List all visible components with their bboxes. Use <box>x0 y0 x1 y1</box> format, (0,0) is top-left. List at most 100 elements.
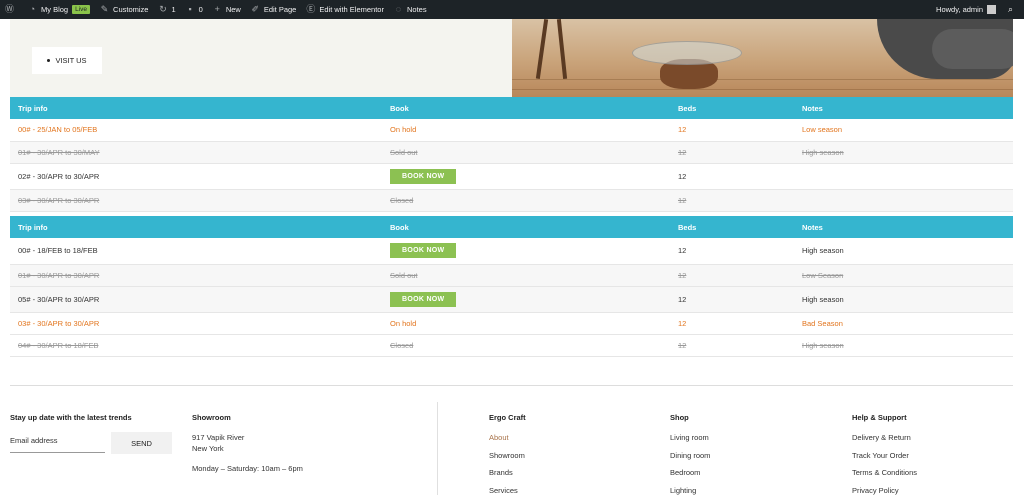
header-trip-info: Trip info <box>10 216 382 238</box>
trip-table-1: Trip info Book Beds Notes 00# - 25/JAN t… <box>10 97 1013 212</box>
table-header: Trip info Book Beds Notes <box>10 97 1013 119</box>
header-trip-info: Trip info <box>10 97 382 119</box>
dashboard-icon: ◔ <box>29 4 36 14</box>
trip-cell: 00# - 25/JAN to 05/FEB <box>10 119 382 142</box>
pencil-icon: ✐ <box>251 4 260 14</box>
new-content-menu[interactable]: + New <box>208 0 246 19</box>
footer-link-track-order[interactable]: Track Your Order <box>852 451 917 460</box>
book-cell: BOOK NOW <box>382 286 670 313</box>
trip-cell: 03# - 30/APR to 30/APR <box>10 312 382 335</box>
beds-cell: 12 <box>670 264 794 287</box>
updates-link[interactable]: ↻ 1 <box>153 0 180 19</box>
beds-cell: 12 <box>670 119 794 142</box>
header-book: Book <box>382 97 670 119</box>
header-beds: Beds <box>670 97 794 119</box>
howdy-label: Howdy, admin <box>936 5 983 14</box>
notes-icon: ◌ <box>395 4 402 14</box>
beds-cell: 12 <box>670 141 794 164</box>
notes-cell: Low season <box>794 119 1013 142</box>
table-row: 04# - 30/APR to 18/FEB Closed 12 High se… <box>10 334 1013 357</box>
footer-link-terms[interactable]: Terms & Conditions <box>852 468 917 477</box>
comments-link[interactable]: ▪ 0 <box>181 0 208 19</box>
showroom-title: Showroom <box>192 413 231 422</box>
header-book: Book <box>382 216 670 238</box>
site-name-menu[interactable]: ◔ My Blog Live <box>23 0 95 19</box>
table-row: 01# - 30/APR to 30/APR Sold out 12 Low S… <box>10 264 1013 287</box>
book-status: On hold <box>382 119 670 142</box>
newsletter-title: Stay up date with the latest trends <box>10 413 132 422</box>
footer-link-bedroom[interactable]: Bedroom <box>670 468 710 477</box>
book-status: Sold out <box>382 141 670 164</box>
site-name: My Blog <box>41 5 69 14</box>
live-badge: Live <box>72 5 91 14</box>
table-row: 03# - 30/APR to 30/APR On hold 12 Bad Se… <box>10 312 1013 335</box>
email-field[interactable]: Email address <box>10 432 105 453</box>
footer-link-brands[interactable]: Brands <box>489 468 526 477</box>
book-now-button[interactable]: BOOK NOW <box>390 168 457 184</box>
table-row: 02# - 30/APR to 30/APR BOOK NOW 12 <box>10 163 1013 190</box>
footer-divider <box>10 385 1013 386</box>
notes-cell: Low Season <box>794 264 1013 287</box>
customize-link[interactable]: ✎ Customize <box>95 0 153 19</box>
book-status: Sold out <box>382 264 670 287</box>
account-menu[interactable]: Howdy, admin <box>931 0 1001 19</box>
footer-link-dining-room[interactable]: Dining room <box>670 451 710 460</box>
footer-link-showroom[interactable]: Showroom <box>489 451 526 460</box>
trip-cell: 03# - 30/APR to 30/APR <box>10 189 382 212</box>
elementor-link[interactable]: Ⓔ Edit with Elementor <box>301 0 389 19</box>
footer-link-privacy[interactable]: Privacy Policy <box>852 486 917 495</box>
book-now-button[interactable]: BOOK NOW <box>390 243 457 259</box>
send-button[interactable]: SEND <box>111 432 172 454</box>
beds-cell: 12 <box>670 163 794 190</box>
footer-column-divider <box>437 402 438 495</box>
help-support-section: Help & Support Delivery & Return Track Y… <box>852 413 917 503</box>
trip-cell: 02# - 30/APR to 30/APR <box>10 163 382 190</box>
address-line-2: New York <box>192 444 224 453</box>
showroom-section: Showroom 917 Vapik River New York Monday… <box>192 413 392 473</box>
notes-cell: High season <box>794 334 1013 357</box>
comments-count: 0 <box>198 5 203 14</box>
plus-icon: + <box>214 4 220 14</box>
wp-logo-menu[interactable]: Ⓦ <box>0 0 23 19</box>
updates-count: 1 <box>171 5 176 14</box>
footer-link-about[interactable]: About <box>489 433 526 442</box>
trip-cell: 05# - 30/APR to 30/APR <box>10 286 382 313</box>
beds-cell: 12 <box>670 238 794 265</box>
notes-cell: High season <box>794 141 1013 164</box>
book-now-button[interactable]: BOOK NOW <box>390 291 457 307</box>
admin-search[interactable]: ⌕ <box>1001 0 1024 19</box>
footer-link-lighting[interactable]: Lighting <box>670 486 710 495</box>
trip-table-2: Trip info Book Beds Notes 00# - 18/FEB t… <box>10 216 1013 357</box>
visit-us-label: VISIT US <box>55 56 87 65</box>
help-support-title: Help & Support <box>852 413 907 422</box>
footer-link-living-room[interactable]: Living room <box>670 433 710 442</box>
footer-link-delivery[interactable]: Delivery & Return <box>852 433 917 442</box>
search-icon: ⌕ <box>1007 4 1014 14</box>
visit-us-button[interactable]: VISIT US <box>32 47 102 74</box>
customize-label: Customize <box>113 5 149 14</box>
table-row: 05# - 30/APR to 30/APR BOOK NOW 12 High … <box>10 286 1013 313</box>
trip-cell: 00# - 18/FEB to 18/FEB <box>10 238 382 265</box>
notes-cell <box>794 189 1013 212</box>
footer-link-services[interactable]: Services <box>489 486 526 495</box>
beds-cell: 12 <box>670 312 794 335</box>
newsletter-section: Stay up date with the latest trends <box>10 413 132 433</box>
notes-link[interactable]: ◌ Notes <box>389 0 432 19</box>
beds-cell: 12 <box>670 334 794 357</box>
shop-section: Shop Living room Dining room Bedroom Lig… <box>670 413 710 503</box>
updates-icon: ↻ <box>159 4 167 14</box>
header-notes: Notes <box>794 216 1013 238</box>
elementor-icon: Ⓔ <box>306 4 316 14</box>
wordpress-icon: Ⓦ <box>5 4 15 14</box>
trip-cell: 01# - 30/APR to 30/MAY <box>10 141 382 164</box>
edit-page-link[interactable]: ✐ Edit Page <box>246 0 302 19</box>
comment-icon: ▪ <box>188 4 192 14</box>
book-status: Closed <box>382 189 670 212</box>
header-notes: Notes <box>794 97 1013 119</box>
address-line-1: 917 Vapik River <box>192 433 245 442</box>
notes-cell: High season <box>794 286 1013 313</box>
elementor-label: Edit with Elementor <box>319 5 384 14</box>
trip-cell: 04# - 30/APR to 18/FEB <box>10 334 382 357</box>
book-cell: BOOK NOW <box>382 163 670 190</box>
hero-panel: VISIT US <box>10 19 512 97</box>
